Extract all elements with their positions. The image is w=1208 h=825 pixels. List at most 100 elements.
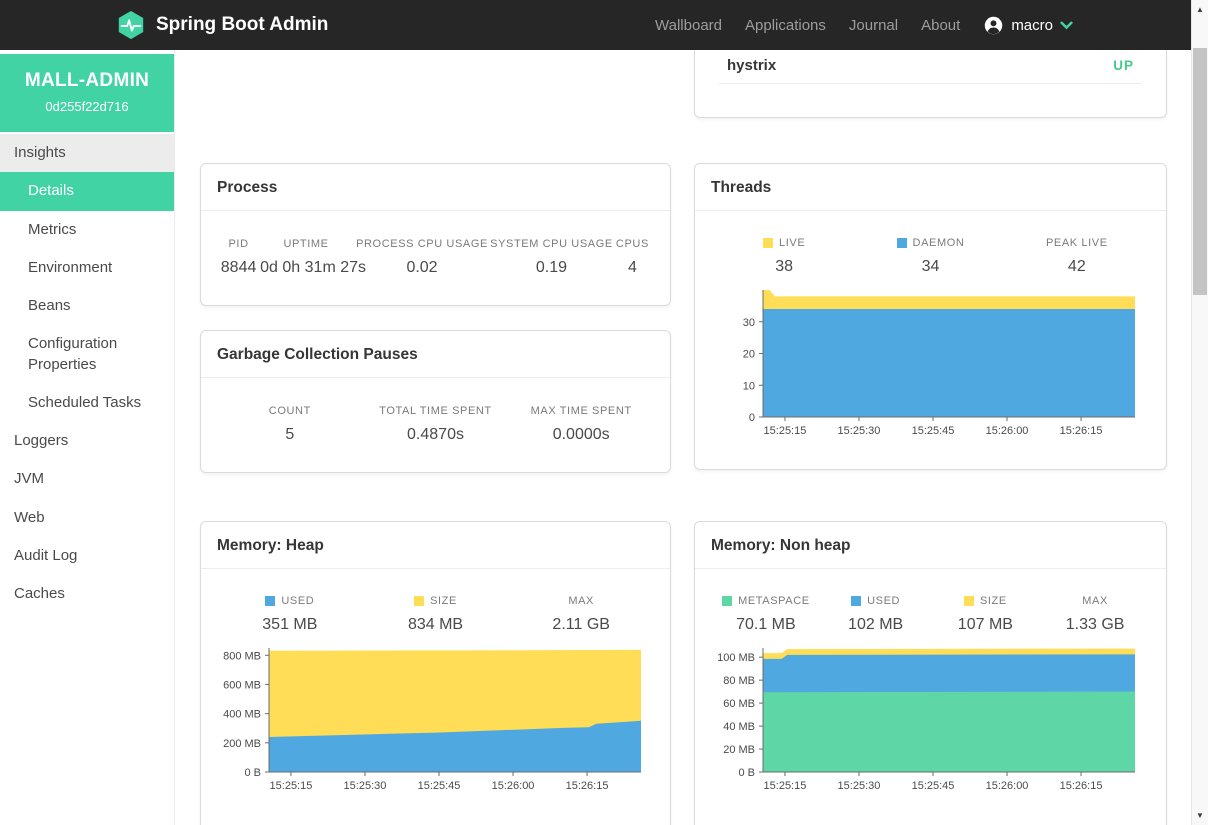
card-title: Memory: Heap bbox=[201, 522, 670, 569]
svg-text:15:25:45: 15:25:45 bbox=[418, 780, 461, 792]
legend-swatch bbox=[414, 596, 424, 606]
nav-about[interactable]: About bbox=[921, 17, 960, 34]
sba-logo-icon bbox=[116, 10, 146, 40]
stat-gc-max-time: MAX TIME SPENT 0.0000s bbox=[508, 405, 654, 444]
sidebar-item-insights[interactable]: Insights bbox=[0, 134, 174, 172]
sidebar-item-configuration-properties[interactable]: Configuration Properties bbox=[0, 325, 174, 384]
app-name: MALL-ADMIN bbox=[8, 70, 166, 92]
user-menu[interactable]: macro bbox=[983, 15, 1073, 36]
brand-title[interactable]: Spring Boot Admin bbox=[156, 14, 328, 36]
sidebar-item-scheduled-tasks[interactable]: Scheduled Tasks bbox=[0, 384, 174, 422]
svg-text:60 MB: 60 MB bbox=[723, 698, 755, 710]
svg-text:15:26:00: 15:26:00 bbox=[986, 780, 1029, 792]
svg-text:15:26:00: 15:26:00 bbox=[986, 425, 1029, 437]
scroll-down-arrow-icon[interactable]: ▼ bbox=[1192, 811, 1208, 820]
svg-text:10: 10 bbox=[743, 380, 755, 392]
sidebar-item-loggers[interactable]: Loggers bbox=[0, 422, 174, 460]
sidebar: MALL-ADMIN 0d255f22d716 Insights Details… bbox=[0, 50, 175, 825]
svg-text:15:26:15: 15:26:15 bbox=[1060, 780, 1103, 792]
stat-gc-total-time: TOTAL TIME SPENT 0.4870s bbox=[363, 405, 509, 444]
sidebar-item-details[interactable]: Details bbox=[0, 172, 174, 210]
card-title: Garbage Collection Pauses bbox=[201, 331, 670, 378]
card-title: Memory: Non heap bbox=[695, 522, 1166, 569]
svg-text:15:25:45: 15:25:45 bbox=[912, 425, 955, 437]
svg-text:600 MB: 600 MB bbox=[223, 679, 261, 691]
threads-chart: 302010015:25:1515:25:3015:25:4515:26:001… bbox=[707, 284, 1158, 446]
legend-swatch bbox=[851, 596, 861, 606]
memory-heap-card: Memory: Heap USED 351 MB SIZE 834 MB MAX… bbox=[200, 521, 671, 825]
instance-id: 0d255f22d716 bbox=[8, 99, 166, 114]
legend-live: LIVE 38 bbox=[711, 237, 857, 276]
nonheap-chart: 100 MB80 MB60 MB40 MB20 MB0 B15:25:1515:… bbox=[707, 642, 1158, 801]
stat-system-cpu-usage: SYSTEM CPU USAGE 0.19 bbox=[492, 238, 611, 277]
sidebar-item-audit-log[interactable]: Audit Log bbox=[0, 537, 174, 575]
legend-daemon: DAEMON 34 bbox=[857, 237, 1003, 276]
status-badge: UP bbox=[1113, 58, 1134, 73]
svg-text:15:26:15: 15:26:15 bbox=[1060, 425, 1103, 437]
svg-text:200 MB: 200 MB bbox=[223, 738, 261, 750]
legend-size: SIZE 834 MB bbox=[363, 595, 509, 634]
svg-text:20 MB: 20 MB bbox=[723, 744, 755, 756]
nav-links: Wallboard Applications Journal About mac… bbox=[655, 15, 1073, 36]
memory-nonheap-card: Memory: Non heap METASPACE 70.1 MB USED … bbox=[694, 521, 1167, 825]
brand[interactable]: Spring Boot Admin bbox=[116, 10, 328, 40]
svg-text:800 MB: 800 MB bbox=[223, 650, 261, 662]
process-stats: PID 8844 UPTIME 0d 0h 31m 27s PROCESS CP… bbox=[201, 211, 670, 287]
legend-max: MAX 1.33 GB bbox=[1040, 595, 1150, 634]
chevron-down-icon bbox=[1060, 21, 1073, 30]
svg-text:80 MB: 80 MB bbox=[723, 675, 755, 687]
legend-swatch bbox=[763, 238, 773, 248]
stat-pid: PID 8844 bbox=[217, 238, 260, 277]
health-item-name: hystrix bbox=[727, 57, 776, 74]
svg-text:40 MB: 40 MB bbox=[723, 721, 755, 733]
svg-text:400 MB: 400 MB bbox=[223, 709, 261, 721]
nav-applications[interactable]: Applications bbox=[745, 17, 826, 34]
legend-swatch bbox=[722, 596, 732, 606]
user-name: macro bbox=[1011, 17, 1053, 34]
gc-stats: COUNT 5 TOTAL TIME SPENT 0.4870s MAX TIM… bbox=[201, 378, 670, 454]
process-card: Process PID 8844 UPTIME 0d 0h 31m 27s PR… bbox=[200, 163, 671, 306]
svg-text:15:25:15: 15:25:15 bbox=[270, 780, 313, 792]
legend-swatch bbox=[265, 596, 275, 606]
svg-text:0 B: 0 B bbox=[244, 767, 261, 779]
legend-used: USED 102 MB bbox=[821, 595, 931, 634]
legend-used: USED 351 MB bbox=[217, 595, 363, 634]
card-title: Threads bbox=[695, 164, 1166, 211]
sidebar-item-jvm[interactable]: JVM bbox=[0, 460, 174, 498]
nav-wallboard[interactable]: Wallboard bbox=[655, 17, 722, 34]
legend-metaspace: METASPACE 70.1 MB bbox=[711, 595, 821, 634]
svg-text:15:25:30: 15:25:30 bbox=[838, 425, 881, 437]
user-avatar-icon bbox=[983, 15, 1004, 36]
stat-uptime: UPTIME 0d 0h 31m 27s bbox=[260, 238, 352, 277]
stat-gc-count: COUNT 5 bbox=[217, 405, 363, 444]
sidebar-item-caches[interactable]: Caches bbox=[0, 575, 174, 613]
svg-text:20: 20 bbox=[743, 349, 755, 361]
scrollbar-thumb[interactable] bbox=[1193, 48, 1207, 295]
stat-process-cpu-usage: PROCESS CPU USAGE 0.02 bbox=[352, 238, 492, 277]
sidebar-item-beans[interactable]: Beans bbox=[0, 287, 174, 325]
svg-text:100 MB: 100 MB bbox=[717, 652, 755, 664]
card-title: Process bbox=[201, 164, 670, 211]
threads-legend: LIVE 38 DAEMON 34 PEAK LIVE 42 bbox=[695, 211, 1166, 276]
legend-max: MAX 2.11 GB bbox=[508, 595, 654, 634]
nav-journal[interactable]: Journal bbox=[849, 17, 898, 34]
legend-swatch bbox=[964, 596, 974, 606]
nonheap-legend: METASPACE 70.1 MB USED 102 MB SIZE 107 M… bbox=[695, 569, 1166, 634]
svg-text:0 B: 0 B bbox=[738, 767, 755, 779]
svg-text:15:25:45: 15:25:45 bbox=[912, 780, 955, 792]
main-content: hystrix UP Process PID 8844 UPTIME 0d 0h… bbox=[175, 50, 1191, 825]
sidebar-menu: Insights Details Metrics Environment Bea… bbox=[0, 134, 174, 613]
sidebar-item-metrics[interactable]: Metrics bbox=[0, 211, 174, 249]
sidebar-item-environment[interactable]: Environment bbox=[0, 249, 174, 287]
svg-text:15:25:15: 15:25:15 bbox=[764, 425, 807, 437]
scrollbar[interactable]: ▲ ▼ bbox=[1191, 0, 1208, 825]
stat-cpus: CPUS 4 bbox=[611, 238, 654, 277]
heap-chart: 800 MB 600 MB 400 MB 200 MB 0 B 15:25:15 15:25… bbox=[213, 642, 662, 801]
instance-header: MALL-ADMIN 0d255f22d716 bbox=[0, 54, 174, 132]
sidebar-item-web[interactable]: Web bbox=[0, 499, 174, 537]
legend-swatch bbox=[897, 238, 907, 248]
scroll-up-arrow-icon[interactable]: ▲ bbox=[1192, 5, 1208, 14]
gc-card: Garbage Collection Pauses COUNT 5 TOTAL … bbox=[200, 330, 671, 473]
svg-text:15:26:00: 15:26:00 bbox=[492, 780, 535, 792]
heap-legend: USED 351 MB SIZE 834 MB MAX 2.11 GB bbox=[201, 569, 670, 634]
